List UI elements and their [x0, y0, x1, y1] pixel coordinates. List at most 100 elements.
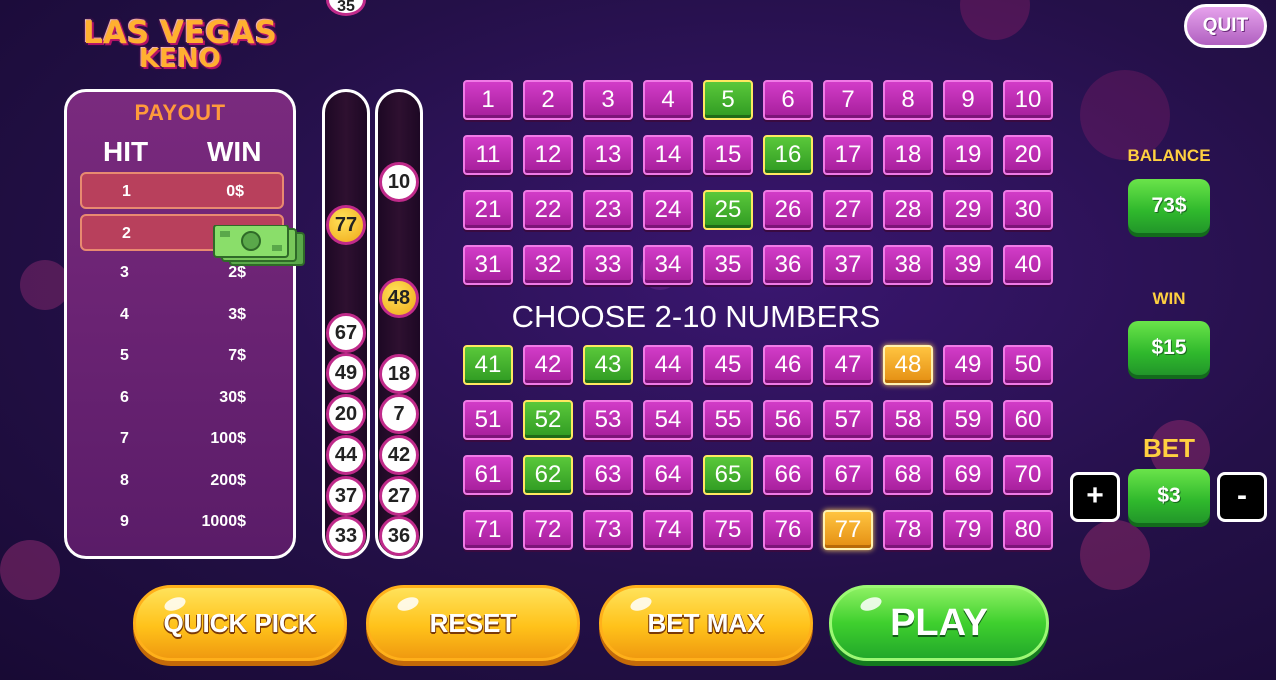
number-cell-58[interactable]: 58	[883, 400, 933, 440]
number-cell-27[interactable]: 27	[823, 190, 873, 230]
number-cell-68[interactable]: 68	[883, 455, 933, 495]
number-cell-23[interactable]: 23	[583, 190, 633, 230]
number-cell-80[interactable]: 80	[1003, 510, 1053, 550]
number-cell-40[interactable]: 40	[1003, 245, 1053, 285]
number-cell-73[interactable]: 73	[583, 510, 633, 550]
number-cell-2[interactable]: 2	[523, 80, 573, 120]
payout-win: 200$	[210, 471, 246, 489]
number-cell-18[interactable]: 18	[883, 135, 933, 175]
number-cell-47[interactable]: 47	[823, 345, 873, 385]
number-cell-76[interactable]: 76	[763, 510, 813, 550]
number-cell-10[interactable]: 10	[1003, 80, 1053, 120]
background-bokeh	[1080, 520, 1150, 590]
number-cell-48[interactable]: 48	[883, 345, 933, 385]
payout-hit: 3	[120, 264, 129, 281]
number-cell-20[interactable]: 20	[1003, 135, 1053, 175]
drawn-ball: 48	[379, 278, 419, 318]
number-cell-8[interactable]: 8	[883, 80, 933, 120]
number-cell-19[interactable]: 19	[943, 135, 993, 175]
number-cell-4[interactable]: 4	[643, 80, 693, 120]
number-cell-53[interactable]: 53	[583, 400, 633, 440]
number-cell-12[interactable]: 12	[523, 135, 573, 175]
number-cell-35[interactable]: 35	[703, 245, 753, 285]
number-cell-13[interactable]: 13	[583, 135, 633, 175]
number-cell-50[interactable]: 50	[1003, 345, 1053, 385]
number-cell-34[interactable]: 34	[643, 245, 693, 285]
bet-label: BET	[1143, 433, 1195, 463]
number-cell-78[interactable]: 78	[883, 510, 933, 550]
payout-hit: 9	[120, 513, 129, 530]
number-cell-70[interactable]: 70	[1003, 455, 1053, 495]
drawn-ball: 36	[379, 516, 419, 556]
number-cell-49[interactable]: 49	[943, 345, 993, 385]
payout-win: 0$	[226, 183, 244, 200]
number-cell-57[interactable]: 57	[823, 400, 873, 440]
number-cell-43[interactable]: 43	[583, 345, 633, 385]
number-cell-46[interactable]: 46	[763, 345, 813, 385]
number-cell-15[interactable]: 15	[703, 135, 753, 175]
quit-button[interactable]: QUIT	[1184, 4, 1267, 48]
number-cell-11[interactable]: 11	[463, 135, 513, 175]
number-cell-5[interactable]: 5	[703, 80, 753, 120]
number-cell-79[interactable]: 79	[943, 510, 993, 550]
keno-board-bottom: 41 42 43 44 45 46 47 48 49 50 51 52 53 54 55 56 57 58 59 60…	[463, 345, 1055, 550]
number-cell-62[interactable]: 62	[523, 455, 573, 495]
number-cell-22[interactable]: 22	[523, 190, 573, 230]
number-cell-56[interactable]: 56	[763, 400, 813, 440]
number-cell-1[interactable]: 1	[463, 80, 513, 120]
number-cell-6[interactable]: 6	[763, 80, 813, 120]
drawn-ball: 67	[326, 313, 366, 353]
number-cell-75[interactable]: 75	[703, 510, 753, 550]
bet-max-button[interactable]: BET MAX	[599, 585, 813, 661]
number-cell-44[interactable]: 44	[643, 345, 693, 385]
number-cell-7[interactable]: 7	[823, 80, 873, 120]
number-cell-29[interactable]: 29	[943, 190, 993, 230]
number-cell-65[interactable]: 65	[703, 455, 753, 495]
number-cell-55[interactable]: 55	[703, 400, 753, 440]
number-cell-3[interactable]: 3	[583, 80, 633, 120]
number-cell-63[interactable]: 63	[583, 455, 633, 495]
number-cell-26[interactable]: 26	[763, 190, 813, 230]
number-cell-45[interactable]: 45	[703, 345, 753, 385]
number-cell-72[interactable]: 72	[523, 510, 573, 550]
number-cell-37[interactable]: 37	[823, 245, 873, 285]
number-cell-60[interactable]: 60	[1003, 400, 1053, 440]
drawn-ball: 10	[379, 162, 419, 202]
number-cell-38[interactable]: 38	[883, 245, 933, 285]
number-cell-28[interactable]: 28	[883, 190, 933, 230]
number-cell-24[interactable]: 24	[643, 190, 693, 230]
number-cell-41[interactable]: 41	[463, 345, 513, 385]
number-cell-77[interactable]: 77	[823, 510, 873, 550]
payout-win: 30$	[219, 388, 246, 406]
number-cell-59[interactable]: 59	[943, 400, 993, 440]
reset-button[interactable]: RESET	[366, 585, 580, 661]
number-cell-71[interactable]: 71	[463, 510, 513, 550]
number-cell-14[interactable]: 14	[643, 135, 693, 175]
bet-decrease-button[interactable]: -	[1217, 472, 1267, 522]
number-cell-52[interactable]: 52	[523, 400, 573, 440]
number-cell-66[interactable]: 66	[763, 455, 813, 495]
number-cell-16[interactable]: 16	[763, 135, 813, 175]
number-cell-61[interactable]: 61	[463, 455, 513, 495]
number-cell-74[interactable]: 74	[643, 510, 693, 550]
number-cell-17[interactable]: 17	[823, 135, 873, 175]
number-cell-32[interactable]: 32	[523, 245, 573, 285]
bet-increase-button[interactable]: +	[1070, 472, 1120, 522]
number-cell-42[interactable]: 42	[523, 345, 573, 385]
number-cell-39[interactable]: 39	[943, 245, 993, 285]
number-cell-69[interactable]: 69	[943, 455, 993, 495]
number-cell-25[interactable]: 25	[703, 190, 753, 230]
number-cell-33[interactable]: 33	[583, 245, 633, 285]
balance-display: 73$	[1128, 179, 1210, 233]
quick-pick-button[interactable]: QUICK PICK	[133, 585, 347, 661]
number-cell-51[interactable]: 51	[463, 400, 513, 440]
number-cell-67[interactable]: 67	[823, 455, 873, 495]
number-cell-31[interactable]: 31	[463, 245, 513, 285]
number-cell-54[interactable]: 54	[643, 400, 693, 440]
number-cell-9[interactable]: 9	[943, 80, 993, 120]
number-cell-21[interactable]: 21	[463, 190, 513, 230]
number-cell-64[interactable]: 64	[643, 455, 693, 495]
number-cell-30[interactable]: 30	[1003, 190, 1053, 230]
number-cell-36[interactable]: 36	[763, 245, 813, 285]
play-button[interactable]: PLAY	[829, 585, 1049, 661]
